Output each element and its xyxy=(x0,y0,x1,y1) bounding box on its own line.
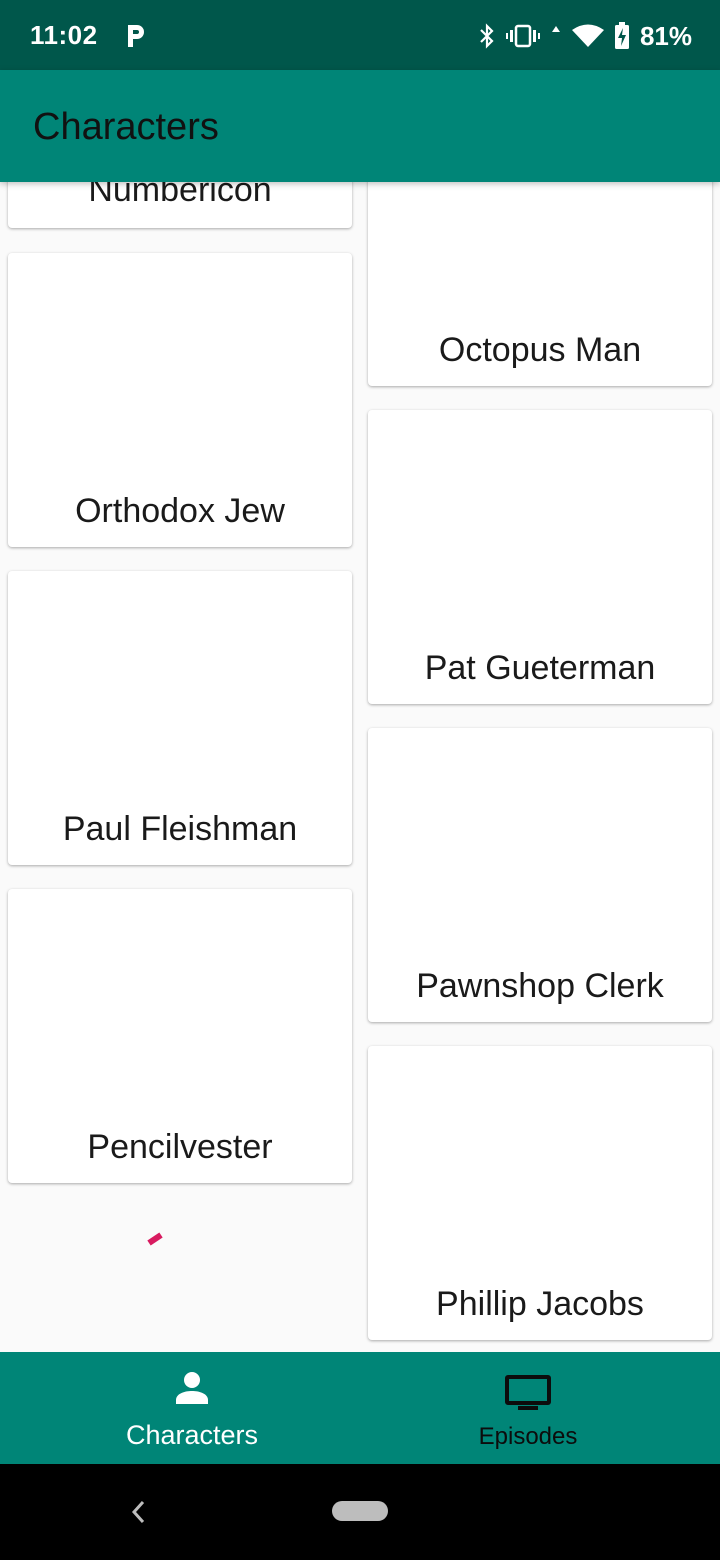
character-grid[interactable]: Numbericon Orthodox Jew Paul Fleishman P… xyxy=(0,182,720,1352)
character-name: Pencilvester xyxy=(87,1128,273,1166)
character-card[interactable]: Orthodox Jew xyxy=(8,253,352,547)
character-name: Octopus Man xyxy=(438,331,642,369)
character-name: Phillip Jacobs xyxy=(436,1285,644,1323)
battery-icon xyxy=(614,22,629,49)
home-button[interactable] xyxy=(332,1501,388,1521)
character-name: Numbericon xyxy=(88,182,272,209)
parking-app-icon xyxy=(128,25,144,47)
nav-label-episodes: Episodes xyxy=(478,1423,578,1450)
status-time: 11:02 xyxy=(30,20,98,50)
status-bar: 11:02 81% xyxy=(0,0,720,70)
nav-label-characters: Characters xyxy=(125,1420,259,1450)
bluetooth-icon xyxy=(480,23,494,49)
vibrate-icon xyxy=(505,24,540,48)
character-card[interactable]: Pat Gueterman xyxy=(368,410,712,704)
character-card[interactable]: Paul Fleishman xyxy=(8,571,352,865)
character-card[interactable]: Octopus Man xyxy=(368,182,712,386)
character-card[interactable]: Pawnshop Clerk xyxy=(368,728,712,1022)
character-card[interactable]: Phillip Jacobs xyxy=(368,1046,712,1340)
character-name: Pawnshop Clerk xyxy=(416,967,664,1005)
character-name: Pat Gueterman xyxy=(424,649,656,687)
loading-spinner xyxy=(147,1232,163,1246)
battery-percent: 81% xyxy=(639,20,692,51)
tv-icon xyxy=(505,1375,551,1410)
character-name: Orthodox Jew xyxy=(75,492,285,530)
person-icon xyxy=(176,1372,208,1404)
wifi-icon xyxy=(571,24,604,47)
character-name: Paul Fleishman xyxy=(62,810,298,848)
bottom-navigation: Characters Episodes xyxy=(0,1352,720,1464)
character-card[interactable]: Pencilvester xyxy=(8,889,352,1183)
back-icon[interactable] xyxy=(128,1498,148,1526)
nav-tab-episodes[interactable]: Episodes xyxy=(348,1352,708,1464)
page-title: Characters xyxy=(33,106,219,148)
character-card[interactable]: Numbericon xyxy=(8,182,352,228)
app-bar: Characters xyxy=(0,70,720,182)
data-arrow-icon xyxy=(551,26,560,32)
nav-tab-characters[interactable]: Characters xyxy=(12,1352,372,1464)
